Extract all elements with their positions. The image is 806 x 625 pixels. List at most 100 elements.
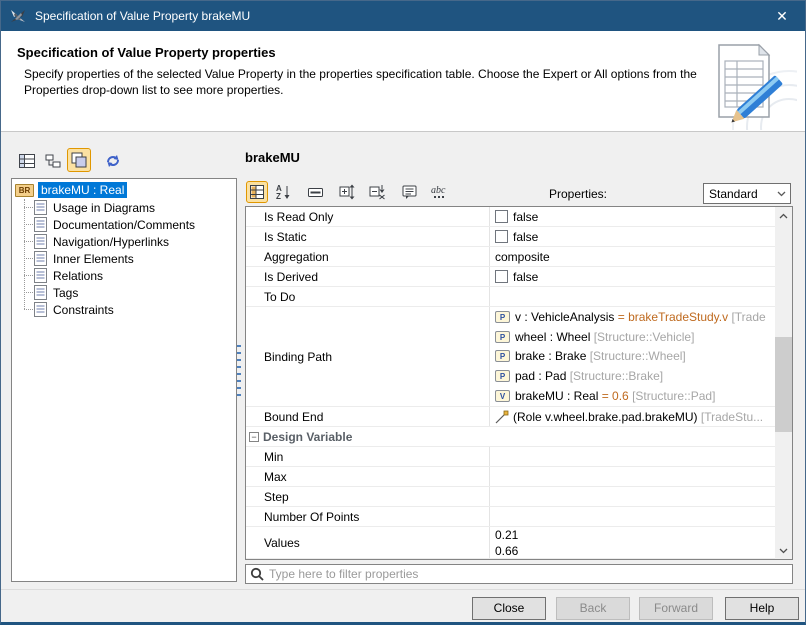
value-property-badge-icon: V [495,390,510,402]
row-label: Max [246,470,489,484]
scrollbar-thumb[interactable] [775,337,792,432]
row-label: Min [246,450,489,464]
svg-text:abc: abc [431,185,446,196]
binding-path-line[interactable]: P wheel : Wheel [Structure::Vehicle] [495,327,694,347]
table-row-max[interactable]: Max [246,467,775,487]
tree-item-usage-in-diagrams[interactable]: Usage in Diagrams [24,199,236,216]
page-icon [34,285,47,300]
aggregation-value[interactable]: composite [495,250,550,264]
tree-item-relations[interactable]: Relations [24,267,236,284]
table-row-values[interactable]: Values 0.21 0.66 [246,527,775,559]
back-button: Back [556,597,630,620]
binding-suffix: [Structure::Brake] [566,369,663,383]
dialog-header: Specification of Value Property properti… [1,31,805,132]
refresh-icon[interactable] [101,149,125,173]
tree-item-tags[interactable]: Tags [24,284,236,301]
sort-alphabetically-icon[interactable]: A Z [272,181,294,203]
splitter-handle[interactable] [237,345,241,397]
binding-path-line[interactable]: P v : VehicleAnalysis = brakeTradeStudy.… [495,307,766,327]
help-button[interactable]: Help [725,597,799,620]
collapse-section-icon[interactable]: − [249,432,259,442]
table-row-aggregation[interactable]: Aggregation composite [246,247,775,267]
table-row-number-of-points[interactable]: Number Of Points [246,507,775,527]
tree-item-inner-elements[interactable]: Inner Elements [24,250,236,267]
show-documentation-icon[interactable] [398,181,420,203]
show-description-icon[interactable] [304,181,326,203]
row-label: To Do [246,290,489,304]
close-icon[interactable]: ✕ [759,1,805,31]
table-row-min[interactable]: Min [246,447,775,467]
collapse-nodes-icon[interactable] [366,181,388,203]
step-value[interactable] [489,487,775,506]
chevron-down-icon[interactable] [773,184,790,203]
row-label: Is Read Only [246,210,489,224]
is-static-checkbox[interactable] [495,230,508,243]
properties-grid-icon[interactable] [15,149,39,173]
tree-item-constraints[interactable]: Constraints [24,301,236,318]
to-do-value[interactable] [489,287,775,306]
page-icon [34,251,47,266]
bound-end-value: (Role v.wheel.brake.pad.brakeMU) [513,410,698,424]
abc-filter-icon[interactable]: abc [428,181,450,203]
tree-item-navigation[interactable]: Navigation/Hyperlinks [24,233,236,250]
expand-nodes-icon[interactable] [336,181,358,203]
row-label: Number Of Points [246,510,489,524]
max-value[interactable] [489,467,775,486]
row-label: Aggregation [246,250,489,264]
filter-field[interactable] [245,564,793,584]
tree-view-icon[interactable] [41,149,65,173]
row-label: Is Static [246,230,489,244]
section-header-design-variable[interactable]: − Design Variable [246,427,775,447]
number-of-points-value[interactable] [489,507,775,526]
tree-item-documentation[interactable]: Documentation/Comments [24,216,236,233]
values-line[interactable]: 0.21 [495,527,518,543]
value-property-badge-icon: BR [15,184,34,197]
overlapping-windows-icon[interactable] [67,148,91,172]
table-row-to-do[interactable]: To Do [246,287,775,307]
table-row-step[interactable]: Step [246,487,775,507]
table-row-is-derived[interactable]: Is Derived false [246,267,775,287]
bound-end-suffix: [TradeStu... [698,410,764,424]
table-row-is-static[interactable]: Is Static false [246,227,775,247]
properties-mode-value: Standard [704,187,773,201]
tree-item-label[interactable]: Navigation/Hyperlinks [53,235,169,249]
properties-table[interactable]: Is Read Only false Is Static false Aggre… [245,206,793,560]
values-line[interactable]: 0.66 [495,543,518,559]
table-row-bound-end[interactable]: Bound End (Role v.wheel.brake.pad.brakeM… [246,407,775,427]
is-derived-checkbox[interactable] [495,270,508,283]
part-property-badge-icon: P [495,350,510,362]
vertical-scrollbar[interactable] [775,207,792,559]
is-read-only-checkbox[interactable] [495,210,508,223]
tree-item-label[interactable]: Usage in Diagrams [53,201,155,215]
tree-item-label[interactable]: Constraints [53,303,114,317]
tree-item-root[interactable]: BR brakeMU : Real [15,181,236,199]
scroll-up-icon[interactable] [775,207,792,224]
specification-dialog: Specification of Value Property brakeMU … [0,0,806,625]
table-row-is-read-only[interactable]: Is Read Only false [246,207,775,227]
binding-suffix: [Structure::Vehicle] [590,330,694,344]
title-bar[interactable]: Specification of Value Property brakeMU … [1,1,805,31]
properties-mode-select[interactable]: Standard [703,183,791,204]
row-label: Binding Path [246,350,489,364]
binding-assignment: = brakeTradeStudy.v [614,310,728,324]
table-row-binding-path[interactable]: Binding Path P v : VehicleAnalysis = bra… [246,307,775,407]
categorized-view-icon[interactable] [246,181,268,203]
binding-path-line[interactable]: P brake : Brake [Structure::Wheel] [495,347,686,367]
tree-item-label[interactable]: Inner Elements [53,252,134,266]
close-button[interactable]: Close [472,597,546,620]
section-title: Design Variable [263,430,352,444]
min-value[interactable] [489,447,775,466]
binding-name: brake : Brake [515,349,586,363]
tree-item-label[interactable]: Tags [53,286,78,300]
header-description-line2: Properties drop-down list to see more pr… [24,83,283,97]
tree-item-label[interactable]: Relations [53,269,103,283]
scroll-down-icon[interactable] [775,542,792,559]
tree-item-label[interactable]: Documentation/Comments [53,218,195,232]
binding-suffix: [Structure::Pad] [629,389,716,403]
filter-input[interactable] [269,567,792,581]
binding-path-line[interactable]: P pad : Pad [Structure::Brake] [495,366,663,386]
binding-path-line[interactable]: V brakeMU : Real = 0.6 [Structure::Pad] [495,386,715,406]
button-bar: Close Back Forward Help [1,589,805,623]
specification-tree[interactable]: BR brakeMU : Real Usage in Diagrams Docu… [11,178,237,582]
tree-root-label[interactable]: brakeMU : Real [38,182,127,198]
